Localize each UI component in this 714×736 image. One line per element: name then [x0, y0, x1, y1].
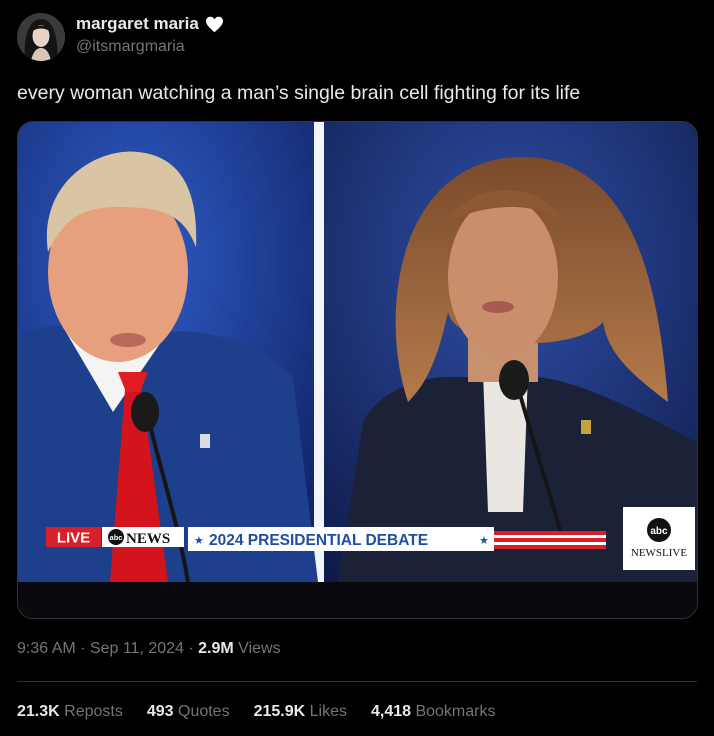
timestamp-separator: · — [183, 640, 199, 657]
reposts-count: 21.3K — [17, 703, 60, 720]
chyron-network: NEWS — [126, 531, 170, 547]
views-label: Views — [233, 640, 281, 657]
avatar-image — [17, 13, 65, 61]
bookmarks-count: 4,418 — [370, 703, 412, 720]
likes-stat[interactable]: 215.9K Likes — [254, 703, 347, 721]
tweet-media-image[interactable]: LIVE abc NEWS ★ 2024 PRESIDENTIAL DEBATE… — [17, 121, 698, 619]
tweet-timestamp: 9:36 AM · Sep 11, 2024 · 2.9M Views — [17, 640, 281, 658]
likes-label: Likes — [305, 703, 347, 720]
engagement-stats: 21.3K Reposts 493 Quotes 215.9K Likes 4,… — [17, 703, 495, 721]
timestamp-separator: · — [75, 640, 90, 657]
corner-newslive: NEWSLIVE — [631, 547, 687, 559]
reposts-stat[interactable]: 21.3K Reposts — [17, 703, 123, 721]
corner-abc-logo: abc — [650, 526, 668, 537]
chyron-abc-logo: abc — [110, 533, 123, 542]
bookmarks-label: Bookmarks — [411, 703, 496, 720]
tweet-time[interactable]: 9:36 AM — [17, 640, 76, 657]
debate-photo: LIVE abc NEWS ★ 2024 PRESIDENTIAL DEBATE… — [18, 122, 697, 618]
author-display-name-row[interactable]: margaret maria — [76, 14, 224, 34]
avatar[interactable] — [17, 13, 65, 61]
divider — [17, 681, 697, 682]
bookmarks-stat[interactable]: 4,418 Bookmarks — [371, 703, 496, 721]
views-count: 2.9M — [198, 640, 234, 657]
tweet-text: every woman watching a man’s single brai… — [17, 82, 581, 104]
quotes-stat[interactable]: 493 Quotes — [147, 703, 230, 721]
reposts-label: Reposts — [59, 703, 123, 720]
chyron-debate-title: 2024 PRESIDENTIAL DEBATE — [209, 532, 428, 549]
quotes-count: 493 — [146, 703, 174, 720]
white-heart-icon — [205, 16, 223, 32]
chyron-star-left: ★ — [194, 535, 204, 547]
chyron-star-right: ★ — [479, 535, 489, 547]
quotes-label: Quotes — [173, 703, 230, 720]
chyron-live: LIVE — [57, 530, 90, 547]
likes-count: 215.9K — [253, 703, 306, 720]
tweet-date[interactable]: Sep 11, 2024 — [90, 640, 184, 657]
author-handle[interactable]: @itsmargmaria — [76, 38, 185, 56]
author-display-name[interactable]: margaret maria — [76, 14, 199, 34]
